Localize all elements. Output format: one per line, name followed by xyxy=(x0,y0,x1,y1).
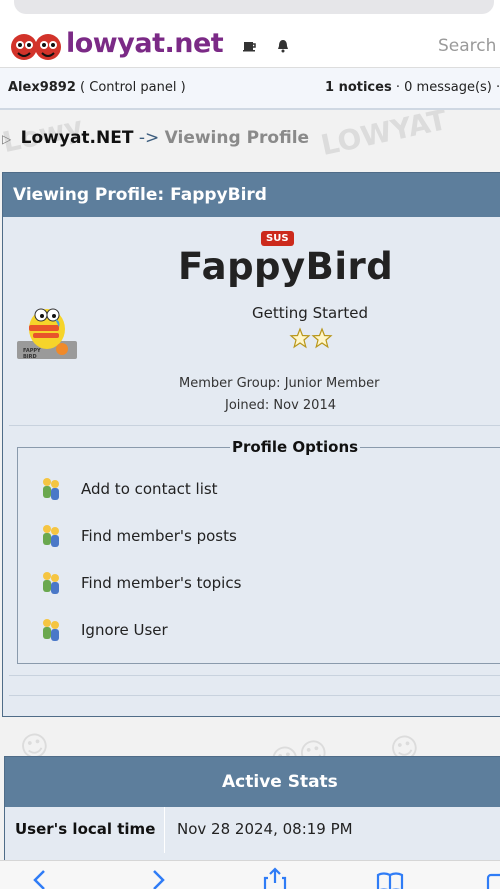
breadcrumb-separator: -> xyxy=(138,128,160,148)
profile-panel-header: Viewing Profile: FappyBird xyxy=(3,173,500,217)
breadcrumb: ▷ Lowyat.NET -> Viewing Profile xyxy=(2,128,309,148)
people-icon xyxy=(43,478,59,500)
people-icon xyxy=(43,525,59,547)
divider xyxy=(9,675,500,676)
profile-options-legend: Profile Options xyxy=(230,438,361,456)
control-panel-link[interactable]: ( Control panel ) xyxy=(80,80,186,95)
local-time-value: Nov 28 2024, 08:19 PM xyxy=(177,820,353,838)
ignore-user-option[interactable]: Ignore User xyxy=(40,615,440,645)
active-stats-panel: Active Stats User's local time Nov 28 20… xyxy=(4,756,500,866)
breadcrumb-arrow-icon: ▷ xyxy=(2,132,12,146)
profile-panel: Viewing Profile: FappyBird FAPPY BIRD SU… xyxy=(2,172,500,717)
member-group: Member Group: Junior Member xyxy=(179,376,380,391)
background-doodle: LOWYAT xyxy=(317,110,450,162)
active-stats-title: Active Stats xyxy=(222,772,338,792)
rank-stars-icon xyxy=(289,327,333,349)
user-bar: Alex9892 ( Control panel ) 1 notices · 0… xyxy=(0,68,500,110)
bell-icon[interactable] xyxy=(275,38,291,54)
share-icon[interactable] xyxy=(261,867,289,889)
breadcrumb-current: Viewing Profile xyxy=(164,128,310,148)
find-topics-option[interactable]: Find member's topics xyxy=(40,568,440,598)
profile-options-box: Profile Options Add to contact list Find… xyxy=(17,438,500,664)
option-label: Add to contact list xyxy=(81,480,218,498)
separator: · xyxy=(395,80,400,95)
logo-text[interactable]: lowyat.net xyxy=(66,28,224,59)
people-icon xyxy=(43,572,59,594)
user-links: Alex9892 ( Control panel ) xyxy=(8,80,186,95)
find-posts-option[interactable]: Find member's posts xyxy=(40,521,440,551)
notification-links: 1 notices · 0 message(s) · L xyxy=(325,80,500,95)
search-input[interactable]: Search xyxy=(438,36,496,56)
divider xyxy=(9,425,500,426)
people-icon xyxy=(43,619,59,641)
bookmarks-icon[interactable] xyxy=(376,867,404,889)
stat-label-cell: User's local time xyxy=(5,807,165,853)
forward-icon[interactable] xyxy=(144,867,172,889)
active-stats-header: Active Stats xyxy=(5,757,500,807)
option-label: Find member's topics xyxy=(81,574,242,592)
profile-username: FappyBird xyxy=(178,245,394,288)
divider xyxy=(9,695,500,696)
local-time-label: User's local time xyxy=(15,820,156,838)
browser-top-bar xyxy=(0,0,500,26)
address-bar[interactable] xyxy=(14,0,494,14)
breadcrumb-home-link[interactable]: Lowyat.NET xyxy=(21,128,134,148)
status-badge: SUS xyxy=(261,231,294,246)
username-link[interactable]: Alex9892 xyxy=(8,80,76,95)
svg-text:BIRD: BIRD xyxy=(23,354,37,360)
member-rank: Getting Started xyxy=(252,304,368,322)
tabs-icon[interactable] xyxy=(484,867,500,889)
add-contact-option[interactable]: Add to contact list xyxy=(40,474,440,504)
notices-link[interactable]: 1 notices xyxy=(325,80,392,95)
browser-toolbar xyxy=(0,860,500,889)
separator: · xyxy=(496,80,500,95)
user-avatar: FAPPY BIRD xyxy=(17,308,77,360)
option-label: Find member's posts xyxy=(81,527,237,545)
messages-link[interactable]: 0 message(s) xyxy=(404,80,492,95)
option-label: Ignore User xyxy=(81,621,168,639)
table-row: User's local time Nov 28 2024, 08:19 PM xyxy=(5,807,500,853)
back-icon[interactable] xyxy=(26,867,54,889)
mug-icon[interactable] xyxy=(242,38,258,54)
site-header: lowyat.net Search xyxy=(0,26,500,68)
profile-panel-title: Viewing Profile: FappyBird xyxy=(13,185,267,205)
lowyat-logo-icon[interactable] xyxy=(10,30,64,62)
join-date: Joined: Nov 2014 xyxy=(225,398,336,413)
